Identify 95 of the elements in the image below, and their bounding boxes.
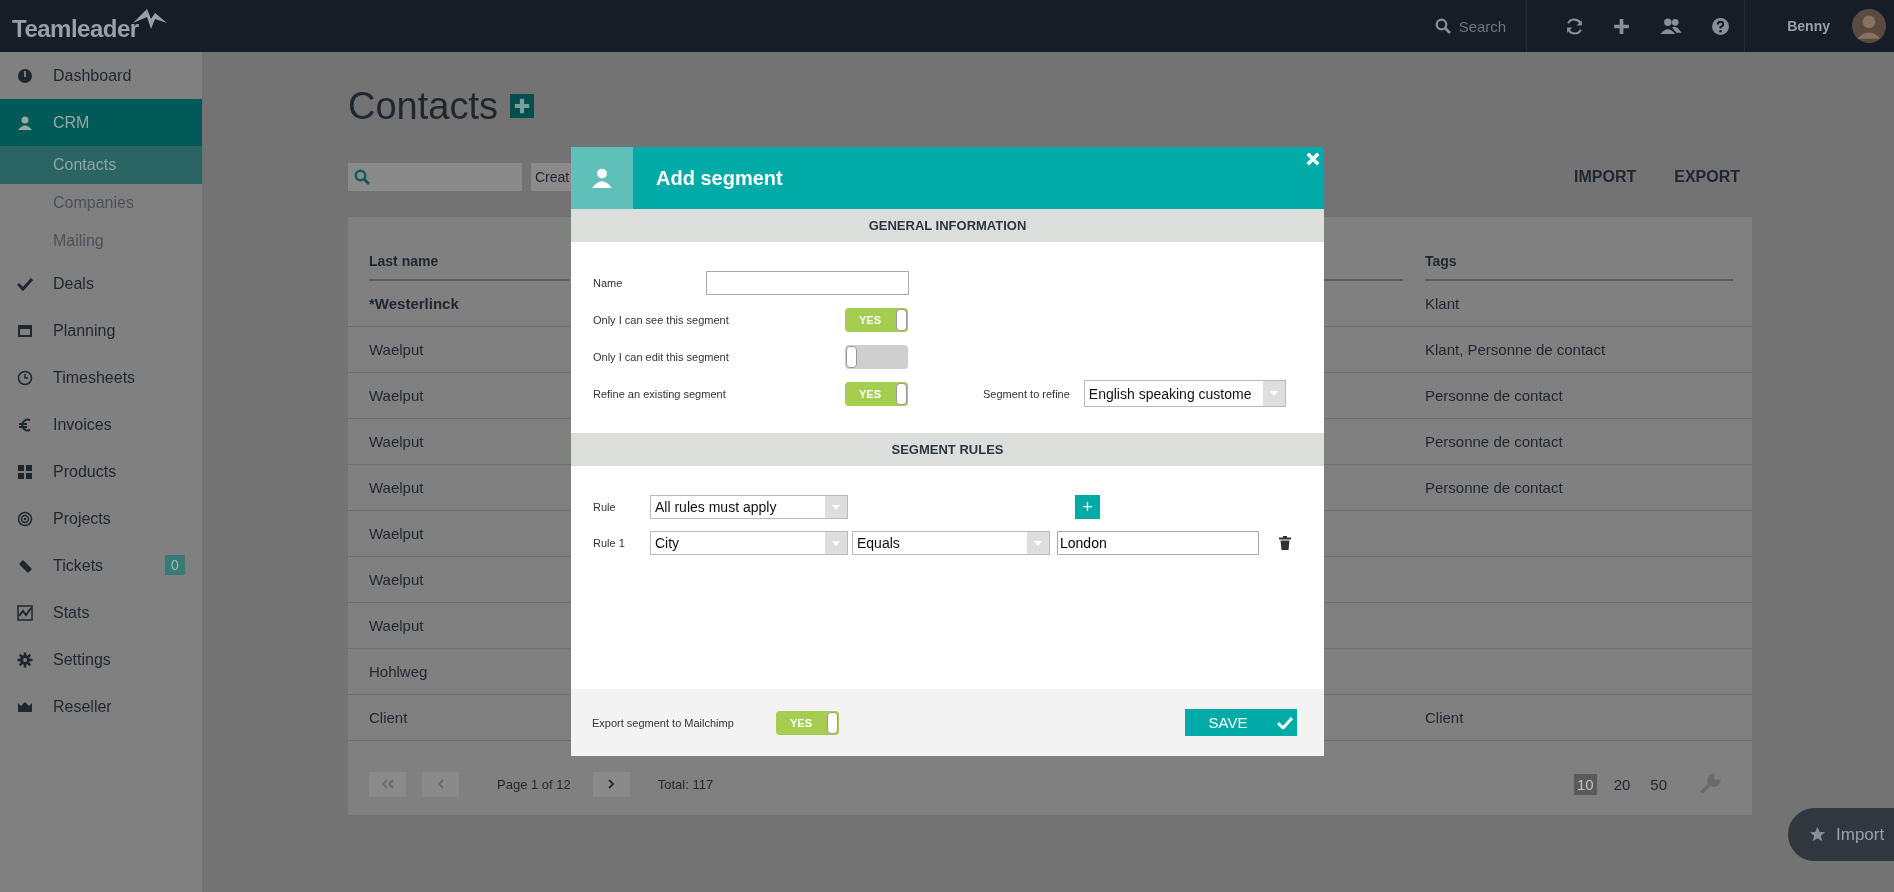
create-button[interactable]: Creat bbox=[531, 163, 572, 191]
sidebar-item[interactable]: Settings bbox=[0, 636, 202, 683]
caret-icon bbox=[1269, 391, 1278, 396]
field-label: Name bbox=[593, 276, 624, 289]
section-header: GENERAL INFORMATION bbox=[571, 209, 1324, 242]
operator-dropdown[interactable]: Equals bbox=[852, 531, 1050, 555]
sidebar-item[interactable]: CRM bbox=[0, 99, 202, 146]
field-label: Export segment to Mailchimp bbox=[592, 716, 735, 729]
checkmark-icon bbox=[1277, 716, 1294, 729]
table-cell-text: Waelput bbox=[369, 432, 425, 452]
sidebar-item[interactable]: Projects bbox=[0, 495, 202, 542]
section-header: SEGMENT RULES bbox=[571, 433, 1324, 466]
sidebar-item[interactable]: Reseller bbox=[0, 683, 202, 730]
field-label: Only I can see this segment bbox=[593, 313, 730, 326]
table-cell: Klant, Personne de contact bbox=[1425, 341, 1606, 358]
trash-icon[interactable] bbox=[1279, 536, 1291, 550]
sidebar-item[interactable]: Invoices bbox=[0, 401, 202, 448]
add-rule-button[interactable]: + bbox=[1075, 495, 1100, 519]
sidebar-subitem[interactable]: Contacts bbox=[0, 146, 202, 184]
sidebar-item[interactable]: Tickets 0 bbox=[0, 542, 202, 589]
action-link[interactable]: EXPORT bbox=[1674, 168, 1740, 186]
gear-icon bbox=[17, 651, 33, 668]
action-link[interactable]: IMPORT bbox=[1574, 168, 1637, 186]
chart-icon bbox=[17, 604, 33, 621]
person-icon bbox=[17, 114, 33, 131]
sidebar-item[interactable]: Dashboard bbox=[0, 52, 202, 99]
table-cell-text: Hohlweg bbox=[369, 662, 429, 682]
sidebar-item[interactable]: Timesheets bbox=[0, 354, 202, 401]
sidebar-item[interactable]: Planning bbox=[0, 307, 202, 354]
euro-icon bbox=[17, 416, 33, 433]
plus-icon[interactable] bbox=[1612, 16, 1632, 36]
table-cell: Personne de contact bbox=[1425, 479, 1563, 496]
sidebar-item[interactable]: Deals bbox=[0, 260, 202, 307]
table-cell-text: Waelput bbox=[369, 340, 425, 360]
user-name[interactable]: Benny bbox=[1787, 18, 1830, 34]
double-chevron-icon bbox=[380, 779, 395, 789]
search-icon bbox=[1434, 18, 1451, 34]
close-icon[interactable] bbox=[1306, 152, 1320, 166]
page-size-option[interactable]: 20 bbox=[1610, 773, 1634, 795]
star-icon bbox=[1809, 826, 1826, 843]
page-title: Contacts bbox=[348, 84, 498, 128]
add-icon[interactable] bbox=[509, 94, 534, 118]
person-icon bbox=[591, 167, 613, 189]
table-cell-text: Waelput bbox=[369, 386, 425, 406]
segment-dropdown[interactable]: English speaking custome bbox=[1083, 380, 1286, 407]
page-size-option[interactable]: 10 bbox=[1573, 773, 1597, 795]
table-cell-text: Waelput bbox=[369, 478, 425, 498]
page-size-option[interactable]: 50 bbox=[1647, 773, 1670, 795]
target-icon bbox=[17, 510, 33, 527]
field-label: Segment to refine bbox=[983, 387, 1070, 400]
field-label: Rule 1 bbox=[593, 537, 626, 549]
table-cell-text: Waelput bbox=[369, 616, 425, 636]
search-field[interactable]: Search bbox=[1434, 17, 1527, 35]
name-field[interactable] bbox=[706, 270, 909, 295]
refresh-icon[interactable] bbox=[1565, 16, 1585, 36]
calendar-icon bbox=[17, 322, 33, 339]
table-cell-text: *Westerlinck bbox=[369, 294, 460, 314]
column-header[interactable]: Last name bbox=[369, 253, 569, 281]
avatar[interactable] bbox=[1852, 9, 1886, 43]
table-cell: Client bbox=[1425, 709, 1464, 726]
field-label: Refine an existing segment bbox=[593, 387, 727, 400]
logo: Teamleader bbox=[12, 14, 139, 43]
rule-dropdown[interactable]: All rules must apply bbox=[650, 495, 848, 519]
table-cell: Personne de contact bbox=[1425, 387, 1563, 404]
sidebar-item[interactable]: Stats bbox=[0, 589, 202, 636]
caret-icon bbox=[832, 540, 840, 546]
grid-icon bbox=[17, 463, 33, 480]
value-field[interactable]: London bbox=[1057, 531, 1259, 555]
save-button[interactable]: SAVE bbox=[1185, 709, 1297, 736]
toggle-switch[interactable] bbox=[845, 344, 908, 369]
count-badge: 0 bbox=[165, 555, 185, 575]
total-count: Total: 117 bbox=[657, 776, 714, 792]
clock-icon bbox=[17, 369, 33, 386]
import-button[interactable]: Import bbox=[1788, 808, 1894, 861]
table-cell: Personne de contact bbox=[1425, 433, 1563, 450]
people-icon[interactable] bbox=[1659, 16, 1684, 36]
field-label: Rule bbox=[593, 501, 617, 513]
search-field[interactable] bbox=[348, 163, 522, 191]
sidebar-item[interactable]: Products bbox=[0, 448, 202, 495]
search-icon bbox=[354, 169, 370, 185]
field-label: Only I can edit this segment bbox=[593, 350, 730, 363]
help-icon[interactable] bbox=[1711, 16, 1731, 36]
dashboard-icon bbox=[17, 67, 33, 84]
caret-icon bbox=[832, 504, 840, 510]
next-page-button[interactable] bbox=[592, 771, 630, 797]
table-cell: Klant bbox=[1425, 295, 1460, 312]
table-cell-text: Client bbox=[369, 708, 409, 728]
field-dropdown[interactable]: City bbox=[650, 531, 848, 555]
table-cell-text: Waelput bbox=[369, 524, 425, 544]
dialog-title: Add segment bbox=[656, 166, 783, 190]
column-header[interactable]: Tags bbox=[1425, 253, 1733, 281]
page-indicator: Page 1 of 12 bbox=[497, 776, 571, 792]
table-cell-text: Waelput bbox=[369, 570, 425, 590]
check-icon bbox=[17, 275, 33, 292]
caret-icon bbox=[1034, 540, 1042, 546]
